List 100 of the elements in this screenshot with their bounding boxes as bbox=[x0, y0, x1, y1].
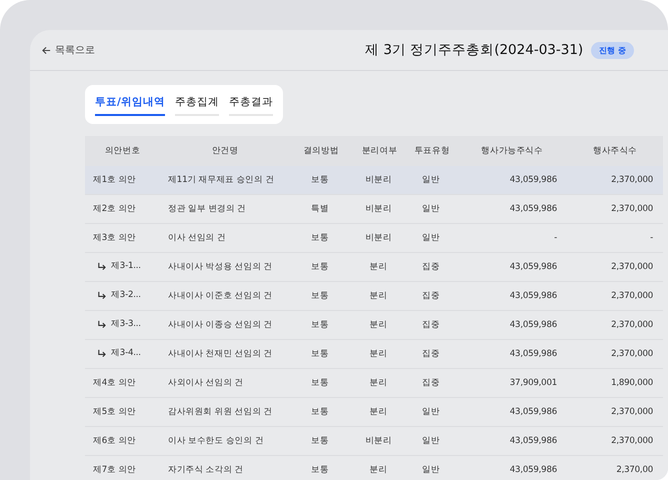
table-cell: 2,370,000 bbox=[611, 175, 653, 185]
table-row[interactable]: 제3-1... 사내이사 박성용 선임의 건 보통 분리 집중 43,059,986 2,370,000 bbox=[85, 252, 663, 282]
table-cell: 제6호 의안 bbox=[93, 436, 136, 446]
table-row[interactable]: 제3-4... 사내이사 천재민 선임의 건 보통 분리 집중 43,059,986 2,370,000 bbox=[85, 340, 663, 368]
table-cell: 2,370,000 bbox=[611, 349, 653, 359]
table-cell: 2,370,000 bbox=[611, 320, 653, 330]
table-cell: 이사 선임의 건 bbox=[168, 233, 226, 243]
table-cell: 보통 bbox=[311, 262, 329, 272]
table-cell: 보통 bbox=[311, 436, 329, 446]
table-cell: 특별 bbox=[311, 204, 329, 214]
table-cell: 2,370,000 bbox=[611, 291, 653, 301]
table-cell: - bbox=[554, 233, 557, 243]
column-header: 결의방법 bbox=[290, 136, 352, 166]
table-cell: 사내이사 이종승 선임의 건 bbox=[168, 320, 272, 330]
table-cell: 일반 bbox=[422, 204, 440, 214]
table-cell: 일반 bbox=[422, 175, 440, 185]
table-cell: 제3호 의안 bbox=[93, 233, 136, 243]
table-cell: 43,059,986 bbox=[510, 204, 557, 214]
table-cell: 43,059,986 bbox=[510, 175, 557, 185]
table-cell: 제1호 의안 bbox=[93, 175, 136, 185]
table-cell: 37,909,001 bbox=[510, 378, 557, 388]
table-cell: 43,059,986 bbox=[510, 436, 557, 446]
table-cell: 분리 bbox=[370, 320, 388, 330]
table-row[interactable]: 제6호 의안 이사 보수한도 승인의 건 보통 비분리 일반 43,059,986 2,370,000 bbox=[85, 426, 663, 456]
sub-item-arrow-icon bbox=[97, 348, 106, 358]
table-cell: 보통 bbox=[311, 233, 329, 243]
table-cell: 제7호 의안 bbox=[93, 465, 136, 475]
status-badge: 진행 중 bbox=[591, 42, 634, 58]
table-cell: 43,059,986 bbox=[510, 320, 557, 330]
table-cell: - bbox=[650, 233, 653, 243]
table-cell: 제3-2... bbox=[111, 289, 141, 302]
column-header: 행사주식수 bbox=[567, 136, 663, 166]
table-cell: 정관 일부 변경의 건 bbox=[168, 204, 246, 214]
table-cell: 비분리 bbox=[365, 204, 392, 214]
table-cell: 일반 bbox=[422, 233, 440, 243]
table-cell: 제2호 의안 bbox=[93, 204, 136, 214]
table-cell: 분리 bbox=[370, 262, 388, 272]
table-cell: 집중 bbox=[422, 378, 440, 388]
tab[interactable]: 주총결과 bbox=[228, 95, 273, 116]
column-header: 행사가능주식수 bbox=[457, 136, 567, 166]
table-cell: 사외이사 선임의 건 bbox=[168, 378, 244, 388]
table-row[interactable]: 제5호 의안 감사위원회 위원 선임의 건 보통 분리 일반 43,059,986 2,370,000 bbox=[85, 398, 663, 426]
column-header: 의안번호 bbox=[85, 136, 160, 166]
table-row[interactable]: 제2호 의안 정관 일부 변경의 건 특별 비분리 일반 43,059,986 2,370,000 bbox=[85, 194, 663, 224]
table-cell: 사내이사 박성용 선임의 건 bbox=[168, 262, 272, 272]
table-cell: 제3-4... bbox=[111, 347, 141, 360]
table-cell: 집중 bbox=[422, 320, 440, 330]
tab[interactable]: 투표/위임내역 bbox=[95, 95, 165, 116]
table-cell: 2,370,000 bbox=[611, 204, 653, 214]
table-cell: 집중 bbox=[422, 349, 440, 359]
table-cell: 분리 bbox=[370, 349, 388, 359]
table-cell: 분리 bbox=[370, 291, 388, 301]
table-cell: 분리 bbox=[370, 407, 388, 417]
table-cell: 2,370,000 bbox=[611, 407, 653, 417]
tab[interactable]: 주총집계 bbox=[174, 95, 219, 116]
table-cell: 43,059,986 bbox=[510, 407, 557, 417]
table-cell: 2,370,000 bbox=[611, 262, 653, 272]
table-cell: 보통 bbox=[311, 465, 329, 475]
table-cell: 보통 bbox=[311, 175, 329, 185]
table-cell: 보통 bbox=[311, 378, 329, 388]
table-cell: 이사 보수한도 승인의 건 bbox=[168, 436, 264, 446]
sub-item-arrow-icon bbox=[97, 320, 106, 329]
table-cell: 감사위원회 위원 선임의 건 bbox=[168, 407, 272, 417]
table-cell: 분리 bbox=[370, 465, 388, 475]
column-header: 분리여부 bbox=[352, 136, 407, 166]
column-header: 투표유형 bbox=[407, 136, 457, 166]
table-cell: 43,059,986 bbox=[510, 349, 557, 359]
table-cell: 2,370,00 bbox=[616, 465, 653, 475]
table-cell: 비분리 bbox=[365, 175, 392, 185]
table-row[interactable]: 제4호 의안 사외이사 선임의 건 보통 분리 집중 37,909,001 1,890,000 bbox=[85, 368, 663, 398]
sub-item-arrow-icon bbox=[97, 290, 106, 300]
table-cell: 보통 bbox=[311, 349, 329, 359]
table-row[interactable]: 제3-2... 사내이사 이준호 선임의 건 보통 분리 집중 43,059,986 2,370,000 bbox=[85, 282, 663, 310]
back-link[interactable]: 목록으로 bbox=[42, 43, 95, 57]
table-row[interactable]: 제3-3... 사내이사 이종승 선임의 건 보통 분리 집중 43,059,986 2,370,000 bbox=[85, 310, 663, 340]
table-cell: 일반 bbox=[422, 436, 440, 446]
table-cell: 1,890,000 bbox=[611, 378, 653, 388]
table-cell: 일반 bbox=[422, 465, 440, 475]
column-header: 안건명 bbox=[160, 136, 290, 166]
table-cell: 집중 bbox=[422, 291, 440, 301]
table-row[interactable]: 제7호 의안 자기주식 소각의 건 보통 분리 일반 43,059,986 2,370,00 bbox=[85, 456, 663, 480]
table-cell: 보통 bbox=[311, 320, 329, 330]
sub-item-arrow-icon bbox=[97, 262, 106, 271]
table-cell: 비분리 bbox=[365, 233, 392, 243]
table-cell: 제3-1... bbox=[111, 260, 141, 272]
table-cell: 보통 bbox=[311, 291, 329, 301]
table-cell: 비분리 bbox=[365, 436, 392, 446]
table-cell: 일반 bbox=[422, 407, 440, 417]
table-cell: 제5호 의안 bbox=[93, 407, 136, 417]
table-cell: 집중 bbox=[422, 262, 440, 272]
table-cell: 사내이사 이준호 선임의 건 bbox=[168, 291, 272, 301]
table-cell: 43,059,986 bbox=[510, 465, 557, 475]
table-cell: 43,059,986 bbox=[510, 291, 557, 301]
table-cell: 보통 bbox=[311, 407, 329, 417]
table-row[interactable]: 제3호 의안 이사 선임의 건 보통 비분리 일반 - - bbox=[85, 224, 663, 252]
table-cell: 제3-3... bbox=[111, 318, 141, 330]
table-cell: 43,059,986 bbox=[510, 262, 557, 272]
table-cell: 사내이사 천재민 선임의 건 bbox=[168, 349, 272, 359]
table-cell: 제11기 재무제표 승인의 건 bbox=[168, 175, 274, 185]
table-cell: 2,370,000 bbox=[611, 436, 653, 446]
